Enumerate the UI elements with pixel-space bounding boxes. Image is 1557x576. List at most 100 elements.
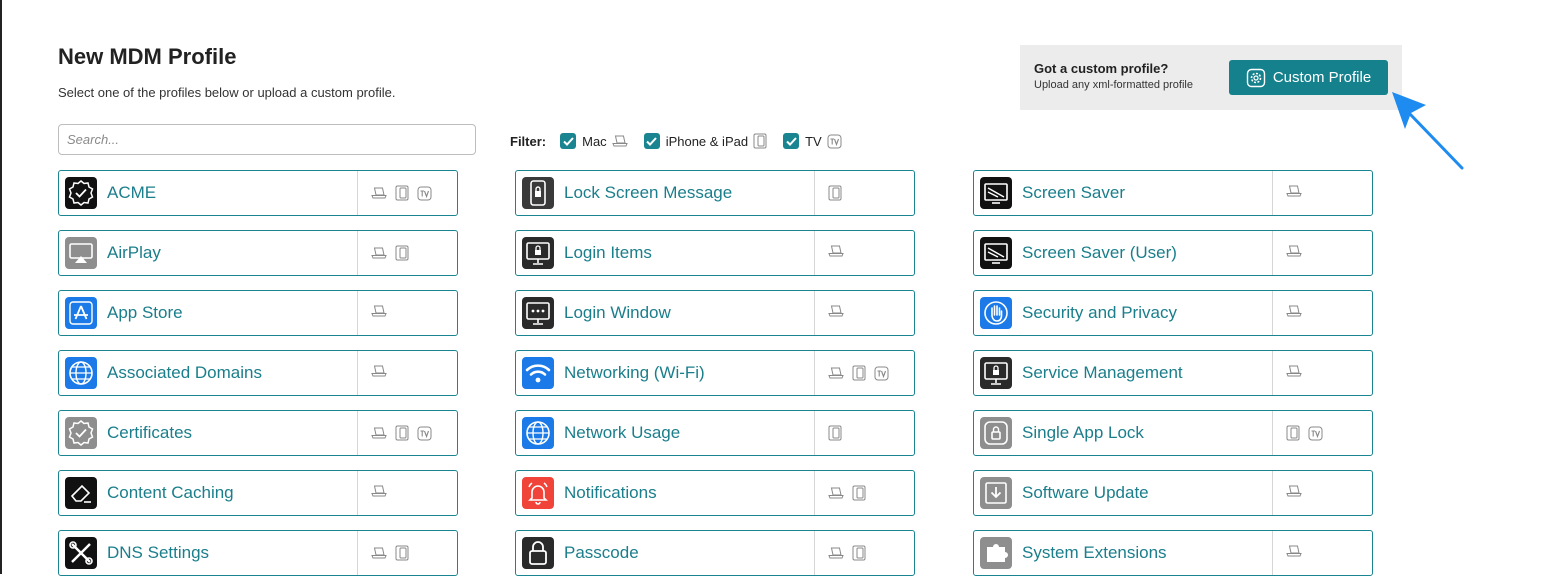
profile-name: Screen Saver	[1022, 183, 1125, 202]
profile-card-software-update[interactable]: Software Update	[973, 470, 1373, 516]
tools-icon	[65, 537, 97, 569]
profile-name: AirPlay	[107, 243, 161, 262]
card-divider	[1272, 471, 1273, 515]
profile-name: Login Window	[564, 303, 671, 322]
lock-monitor-icon	[522, 237, 554, 269]
laptop-icon	[1286, 485, 1302, 497]
laptop-icon	[371, 365, 387, 377]
profile-name: System Extensions	[1022, 543, 1167, 562]
profile-card-content-caching[interactable]: Content Caching	[58, 470, 458, 516]
profile-card-network-usage[interactable]: Network Usage	[515, 410, 915, 456]
custom-profile-button[interactable]: Custom Profile	[1229, 60, 1388, 95]
laptop-icon	[828, 367, 844, 379]
tv-icon	[417, 426, 432, 441]
profile-name: Networking (Wi-Fi)	[564, 363, 705, 382]
laptop-icon	[371, 485, 387, 497]
profile-name: Notifications	[564, 483, 657, 502]
search-input[interactable]	[58, 124, 476, 155]
filter-tv-label: TV	[805, 133, 822, 149]
profile-name: Associated Domains	[107, 363, 262, 382]
window-edge	[0, 0, 2, 574]
laptop-icon	[371, 187, 387, 199]
card-divider	[1272, 531, 1273, 575]
card-divider	[357, 291, 358, 335]
laptop-icon	[371, 547, 387, 559]
tv-icon	[1308, 426, 1323, 441]
platform-icons	[371, 485, 395, 497]
laptop-icon	[1286, 305, 1302, 317]
platform-icons	[371, 365, 395, 377]
card-divider	[357, 471, 358, 515]
platform-icons	[828, 245, 852, 257]
profile-card-screen-saver[interactable]: Screen Saver	[973, 170, 1373, 216]
profile-name: Screen Saver (User)	[1022, 243, 1177, 262]
profile-card-single-app-lock[interactable]: Single App Lock	[973, 410, 1373, 456]
phone-icon	[753, 133, 767, 149]
lock-phone-icon	[522, 177, 554, 209]
mac-checkbox[interactable]	[560, 133, 577, 149]
profile-card-certificates[interactable]: Certificates	[58, 410, 458, 456]
laptop-icon	[371, 305, 387, 317]
card-divider	[814, 171, 815, 215]
profile-card-airplay[interactable]: AirPlay	[58, 230, 458, 276]
laptop-icon	[1286, 365, 1302, 377]
profile-card-notifications[interactable]: Notifications	[515, 470, 915, 516]
phone-icon	[828, 425, 842, 441]
profile-card-login-window[interactable]: Login Window	[515, 290, 915, 336]
profile-card-security-and-privacy[interactable]: Security and Privacy	[973, 290, 1373, 336]
gear-icon	[1246, 68, 1266, 87]
filter-mac[interactable]: Mac	[560, 133, 628, 149]
card-divider	[1272, 291, 1273, 335]
card-divider	[357, 171, 358, 215]
profile-name: DNS Settings	[107, 543, 210, 562]
app-lock-icon	[980, 417, 1012, 449]
profile-card-associated-domains[interactable]: Associated Domains	[58, 350, 458, 396]
profile-card-networking-wi-fi[interactable]: Networking (Wi-Fi)	[515, 350, 915, 396]
eraser-icon	[65, 477, 97, 509]
puzzle-icon	[980, 537, 1012, 569]
profile-card-system-extensions[interactable]: System Extensions	[973, 530, 1373, 576]
filter-iphone-ipad[interactable]: iPhone & iPad	[643, 133, 767, 149]
profile-name: Certificates	[107, 423, 193, 442]
tv-icon	[417, 186, 432, 201]
wifi-icon	[522, 357, 554, 389]
profile-name: Passcode	[564, 543, 639, 562]
laptop-icon	[611, 135, 628, 147]
laptop-icon	[828, 245, 844, 257]
profile-card-acme[interactable]: ACME	[58, 170, 458, 216]
profile-card-login-items[interactable]: Login Items	[515, 230, 915, 276]
profile-name: Network Usage	[564, 423, 681, 442]
platform-icons	[371, 305, 395, 317]
card-divider	[814, 231, 815, 275]
phone-icon	[828, 185, 842, 201]
acme-badge-icon	[65, 177, 97, 209]
platform-icons	[828, 545, 874, 561]
filter-tv[interactable]: TV	[783, 133, 842, 149]
profile-card-screen-saver-user[interactable]: Screen Saver (User)	[973, 230, 1373, 276]
padlock-icon	[522, 537, 554, 569]
phone-icon	[1286, 425, 1300, 441]
download-icon	[980, 477, 1012, 509]
custom-profile-button-label: Custom Profile	[1272, 69, 1372, 86]
card-divider	[1272, 411, 1273, 455]
phone-icon	[395, 425, 409, 441]
platform-icons	[1286, 545, 1310, 557]
profile-card-passcode[interactable]: Passcode	[515, 530, 915, 576]
profile-card-service-management[interactable]: Service Management	[973, 350, 1373, 396]
profile-card-app-store[interactable]: App Store	[58, 290, 458, 336]
card-divider	[814, 471, 815, 515]
platform-icons	[371, 425, 440, 441]
lock-monitor-icon	[980, 357, 1012, 389]
platform-icons	[1286, 425, 1331, 441]
profile-name: Login Items	[564, 243, 652, 262]
laptop-icon	[1286, 545, 1302, 557]
laptop-icon	[828, 305, 844, 317]
phone-icon	[852, 545, 866, 561]
card-divider	[814, 531, 815, 575]
tv-checkbox[interactable]	[783, 133, 800, 149]
iphone-ipad-checkbox[interactable]	[643, 133, 660, 149]
pointer-arrow-icon	[1392, 92, 1464, 170]
profile-card-lock-screen-message[interactable]: Lock Screen Message	[515, 170, 915, 216]
profile-card-dns-settings[interactable]: DNS Settings	[58, 530, 458, 576]
platform-icons	[828, 485, 874, 501]
